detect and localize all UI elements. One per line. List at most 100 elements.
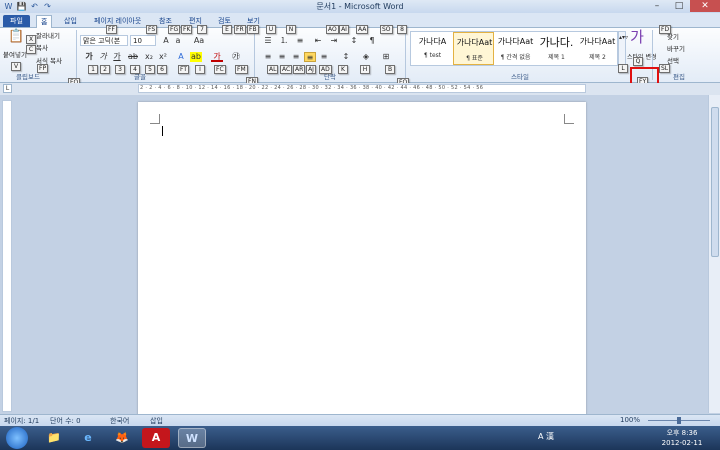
- multilevel-list-icon[interactable]: ≡: [294, 36, 306, 46]
- tab-selector-icon[interactable]: L: [3, 84, 12, 93]
- keytip: FT: [178, 65, 190, 74]
- tab-home[interactable]: 홈: [36, 15, 53, 28]
- vertical-scrollbar[interactable]: [708, 95, 720, 413]
- text-effects-icon[interactable]: A: [175, 52, 187, 62]
- keytip: AL: [267, 65, 279, 74]
- shrink-font-icon[interactable]: a: [172, 36, 184, 46]
- close-button[interactable]: ✕: [690, 0, 720, 12]
- style-normal[interactable]: 가나다Aat ¶ 표준: [453, 32, 494, 65]
- keytip: 8: [397, 25, 407, 34]
- highlight-icon[interactable]: ab: [190, 52, 202, 62]
- superscript-icon[interactable]: x²: [157, 52, 169, 62]
- font-size-box[interactable]: 10: [130, 35, 156, 46]
- font-name-box[interactable]: 맑은 고딕(본: [80, 35, 128, 46]
- style-sample: 가나다Aat: [497, 37, 534, 46]
- keytip: L: [618, 64, 628, 73]
- style-no-spacing[interactable]: 가나다Aat ¶ 간격 없음: [495, 32, 536, 65]
- ime-indicator[interactable]: A 漢: [538, 431, 554, 442]
- italic-icon[interactable]: 가: [97, 52, 109, 62]
- keytip: C: [26, 45, 36, 54]
- keytip: SL: [659, 64, 671, 73]
- gallery-more-icon[interactable]: ▴▾▿: [618, 31, 628, 66]
- keytip: 4: [130, 65, 140, 74]
- zoom-slider-thumb[interactable]: [677, 417, 681, 424]
- replace-button[interactable]: 바꾸기: [667, 44, 685, 55]
- clock-date: 2012-02-11: [661, 439, 703, 447]
- keytip: FF: [106, 25, 117, 34]
- maximize-button[interactable]: □: [668, 0, 690, 12]
- separator: [405, 30, 406, 80]
- borders-icon[interactable]: ⊞: [380, 52, 392, 62]
- firefox-icon[interactable]: 🦊: [108, 428, 136, 448]
- change-styles-icon[interactable]: 가: [628, 30, 646, 50]
- keytip: FD: [659, 25, 672, 34]
- keytip: K: [338, 65, 348, 74]
- copy-button[interactable]: 복사: [36, 43, 48, 54]
- cut-button[interactable]: 잘라내기: [36, 31, 60, 42]
- word-count[interactable]: 단어 수: 0: [50, 416, 81, 426]
- change-case-icon[interactable]: Aa: [193, 36, 205, 46]
- title-bar: W 💾 ↶ ↷ 문서1 - Microsoft Word – □ ✕: [0, 0, 720, 13]
- bold-icon[interactable]: 가: [83, 52, 95, 62]
- keytip: FR: [234, 25, 246, 34]
- paste-button[interactable]: 붙여넣기: [3, 50, 27, 61]
- explorer-icon[interactable]: 📁: [40, 428, 68, 448]
- paste-icon[interactable]: 📋: [8, 30, 24, 48]
- minimize-button[interactable]: –: [646, 0, 668, 12]
- window-title: 문서1 - Microsoft Word: [316, 2, 404, 11]
- decrease-indent-icon[interactable]: ⇤: [312, 36, 324, 46]
- justify-icon[interactable]: ≡: [304, 52, 316, 62]
- show-marks-icon[interactable]: ¶: [366, 36, 378, 46]
- align-right-icon[interactable]: ≡: [290, 52, 302, 62]
- increase-indent-icon[interactable]: ⇥: [328, 36, 340, 46]
- tab-page-layout[interactable]: 페이지 레이아웃: [90, 15, 145, 27]
- keytip: 5: [145, 65, 155, 74]
- crop-mark: [150, 114, 160, 124]
- ie-icon[interactable]: e: [74, 428, 102, 448]
- keytip: Q: [633, 57, 643, 66]
- keytip: FC: [214, 65, 226, 74]
- align-center-icon[interactable]: ≡: [276, 52, 288, 62]
- sort-icon[interactable]: ↕: [348, 36, 360, 46]
- acrobat-icon[interactable]: A: [142, 428, 170, 448]
- document-page[interactable]: [138, 102, 586, 420]
- style-sample: 가나다Aat: [579, 37, 616, 46]
- shading-icon[interactable]: ◈: [360, 52, 372, 62]
- style-name: 제목 2: [589, 54, 606, 61]
- keytip: AO: [326, 25, 339, 34]
- keytip: FM: [235, 65, 248, 74]
- style-heading-2[interactable]: 가나다Aat 제목 2: [577, 32, 618, 65]
- align-left-icon[interactable]: ≡: [262, 52, 274, 62]
- insert-mode-indicator[interactable]: 삽입: [150, 416, 163, 426]
- enclose-character-icon[interactable]: ㉮: [230, 52, 242, 62]
- scrollbar-thumb[interactable]: [711, 107, 719, 257]
- distributed-icon[interactable]: ≡: [318, 52, 330, 62]
- keytip: FG: [168, 25, 181, 34]
- grow-font-icon[interactable]: A: [160, 36, 172, 46]
- start-button[interactable]: [6, 427, 28, 449]
- line-spacing-icon[interactable]: ↕: [340, 52, 352, 62]
- language-indicator[interactable]: 한국어: [110, 416, 129, 426]
- taskbar: 📁 e 🦊 A W A 漢 오후 8:36 2012-02-11: [0, 426, 720, 450]
- clock-time: 오후 8:36: [666, 429, 698, 437]
- page-count[interactable]: 페이지: 1/1: [4, 416, 39, 426]
- vertical-ruler: [2, 100, 12, 412]
- style-heading-1[interactable]: 가나다. 제목 1: [536, 32, 577, 65]
- horizontal-ruler: L 2 · 2 · 4 · 6 · 8 · 10 · 12 · 14 · 16 …: [0, 83, 720, 95]
- keytip: AI: [339, 25, 349, 34]
- style-sample: 가나다.: [539, 36, 574, 49]
- strikethrough-icon[interactable]: ab: [127, 52, 139, 62]
- numbering-icon[interactable]: ⒈: [278, 36, 290, 46]
- keytip: AD: [319, 65, 332, 74]
- tab-file[interactable]: 파일: [3, 15, 30, 27]
- bullets-icon[interactable]: ☰: [262, 36, 274, 46]
- font-color-icon[interactable]: 가: [211, 52, 223, 62]
- keytip: I: [195, 65, 205, 74]
- subscript-icon[interactable]: x₂: [143, 52, 155, 62]
- style-test[interactable]: 가나다A ¶ test: [412, 32, 453, 65]
- zoom-level[interactable]: 100%: [620, 416, 640, 424]
- word-taskbar-icon[interactable]: W: [178, 428, 206, 448]
- underline-icon[interactable]: 가: [111, 52, 123, 62]
- clock[interactable]: 오후 8:36 2012-02-11: [652, 428, 712, 448]
- tab-insert[interactable]: 삽입: [60, 15, 81, 27]
